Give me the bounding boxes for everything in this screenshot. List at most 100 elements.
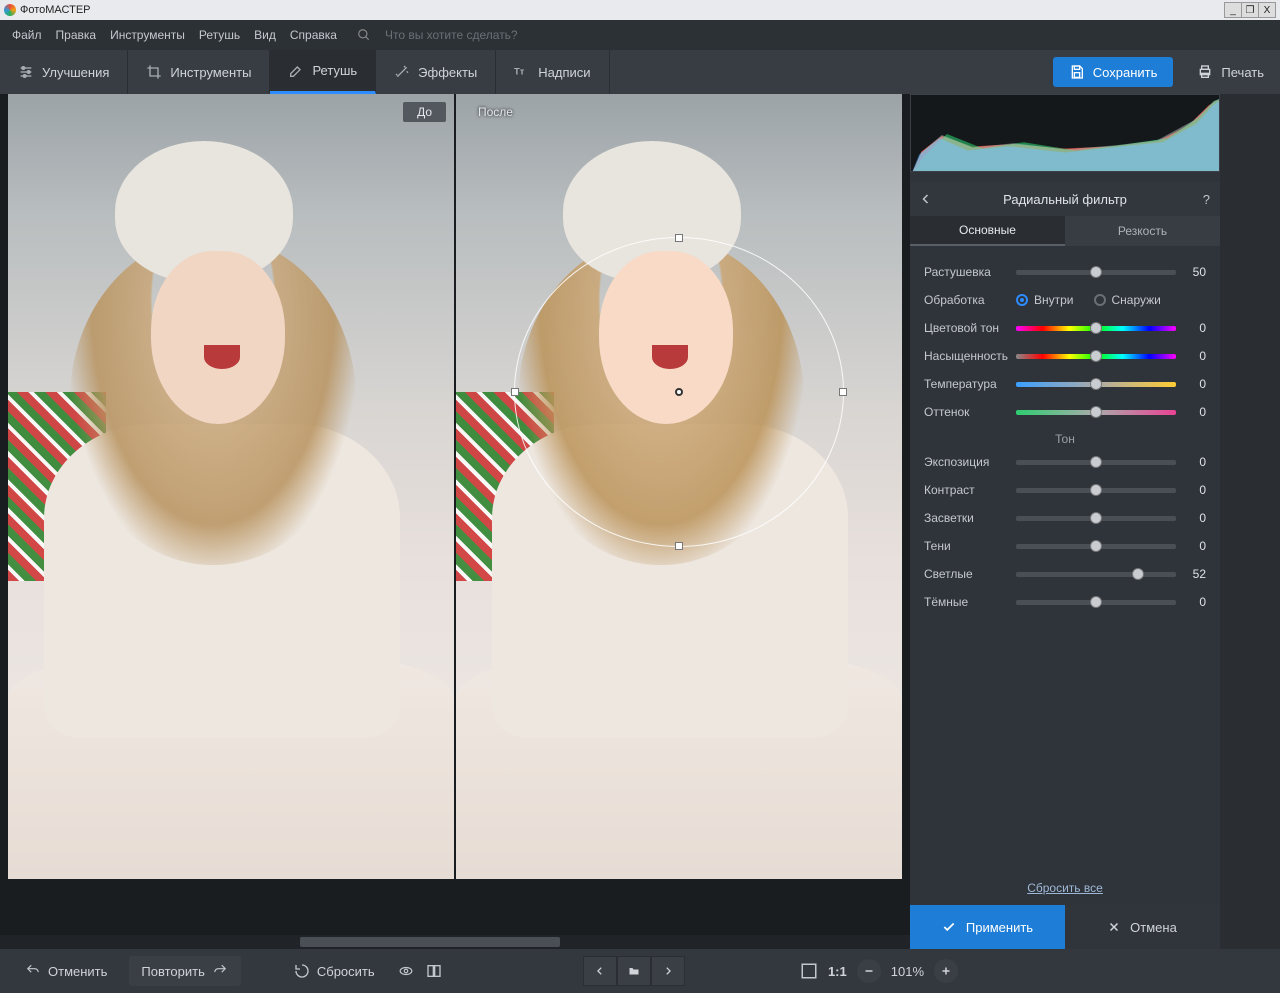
process-label: Обработка <box>924 293 1016 307</box>
whites-label: Светлые <box>924 567 1016 581</box>
tab-instruments[interactable]: Инструменты <box>128 50 270 94</box>
menu-file[interactable]: Файл <box>12 28 42 42</box>
redo-icon <box>211 962 229 980</box>
radio-inside[interactable]: Внутри <box>1016 293 1074 307</box>
brush-icon <box>288 63 304 79</box>
menu-help[interactable]: Справка <box>290 28 337 42</box>
canvas-area: До После <box>0 94 910 949</box>
tab-effects[interactable]: Эффекты <box>376 50 496 94</box>
tint-slider[interactable] <box>1016 407 1176 417</box>
contrast-label: Контраст <box>924 483 1016 497</box>
feather-value: 50 <box>1176 265 1206 279</box>
redo-button[interactable]: Повторить <box>129 956 240 986</box>
scrollbar-thumb[interactable] <box>300 937 560 947</box>
reset-icon <box>293 962 311 980</box>
zoom-in-button[interactable] <box>934 959 958 983</box>
tab-retouch[interactable]: Ретушь <box>270 50 376 94</box>
undo-icon <box>24 962 42 980</box>
help-button[interactable]: ? <box>1190 192 1210 207</box>
whites-slider[interactable] <box>1016 569 1176 579</box>
temp-label: Температура <box>924 377 1016 391</box>
before-pane[interactable]: До <box>8 94 454 879</box>
panel-title: Радиальный фильтр <box>940 192 1190 207</box>
shadows-value: 0 <box>1176 539 1206 553</box>
exposure-slider[interactable] <box>1016 457 1176 467</box>
crop-icon <box>146 64 162 80</box>
after-pane[interactable]: После <box>456 94 902 879</box>
tone-section-label: Тон <box>924 432 1206 446</box>
text-icon: Tᴛ <box>514 64 530 80</box>
search-input[interactable]: Что вы хотите сделать? <box>385 28 518 42</box>
hue-value: 0 <box>1176 321 1206 335</box>
undo-button[interactable]: Отменить <box>12 956 119 986</box>
reset-all-link[interactable]: Сбросить все <box>1027 881 1103 895</box>
highlights-value: 0 <box>1176 511 1206 525</box>
feather-slider[interactable] <box>1016 267 1176 277</box>
whites-value: 52 <box>1176 567 1206 581</box>
next-image-button[interactable] <box>651 956 685 986</box>
zoom-level: 101% <box>891 964 924 979</box>
print-label: Печать <box>1221 65 1264 80</box>
print-icon <box>1197 64 1213 80</box>
tint-label: Оттенок <box>924 405 1016 419</box>
browse-button[interactable] <box>617 956 651 986</box>
wand-icon <box>394 64 410 80</box>
highlights-slider[interactable] <box>1016 513 1176 523</box>
temp-slider[interactable] <box>1016 379 1176 389</box>
svg-text:Tᴛ: Tᴛ <box>514 67 525 77</box>
window-close-button[interactable]: X <box>1258 2 1276 18</box>
tab-label: Надписи <box>538 65 590 80</box>
sat-label: Насыщенность <box>924 349 1016 363</box>
radio-outside[interactable]: Снаружи <box>1094 293 1161 307</box>
app-logo-icon <box>4 4 16 16</box>
fit-screen-icon[interactable] <box>800 962 818 980</box>
tint-value: 0 <box>1176 405 1206 419</box>
histogram <box>910 94 1220 172</box>
app-name: ФотоМАСТЕР <box>20 4 91 16</box>
blacks-slider[interactable] <box>1016 597 1176 607</box>
reset-button[interactable]: Сбросить <box>281 956 387 986</box>
blacks-value: 0 <box>1176 595 1206 609</box>
tab-label: Инструменты <box>170 65 251 80</box>
window-minimize-button[interactable]: _ <box>1224 2 1242 18</box>
menu-tools[interactable]: Инструменты <box>110 28 185 42</box>
highlights-label: Засветки <box>924 511 1016 525</box>
sat-value: 0 <box>1176 349 1206 363</box>
compare-icon[interactable] <box>425 962 443 980</box>
apply-button[interactable]: Применить <box>910 905 1065 949</box>
blacks-label: Тёмные <box>924 595 1016 609</box>
search-icon <box>357 28 371 42</box>
back-button[interactable] <box>920 193 940 205</box>
hue-slider[interactable] <box>1016 323 1176 333</box>
shadows-label: Тени <box>924 539 1016 553</box>
exposure-value: 0 <box>1176 455 1206 469</box>
fit-label[interactable]: 1:1 <box>828 964 847 979</box>
titlebar: ФотоМАСТЕР _ ❐ X <box>0 0 1280 20</box>
tab-label: Улучшения <box>42 65 109 80</box>
after-label: После <box>464 102 527 122</box>
tab-label: Эффекты <box>418 65 477 80</box>
menu-edit[interactable]: Правка <box>56 28 97 42</box>
save-button[interactable]: Сохранить <box>1053 57 1174 87</box>
menu-view[interactable]: Вид <box>254 28 276 42</box>
sat-slider[interactable] <box>1016 351 1176 361</box>
tab-text[interactable]: Tᴛ Надписи <box>496 50 609 94</box>
zoom-out-button[interactable] <box>857 959 881 983</box>
window-maximize-button[interactable]: ❐ <box>1241 2 1259 18</box>
before-label: До <box>403 102 446 122</box>
shadows-slider[interactable] <box>1016 541 1176 551</box>
cancel-button[interactable]: Отмена <box>1065 905 1220 949</box>
save-icon <box>1069 64 1085 80</box>
subtab-sharpness[interactable]: Резкость <box>1065 216 1220 246</box>
check-icon <box>942 920 956 934</box>
menu-retouch[interactable]: Ретушь <box>199 28 240 42</box>
subtab-basic[interactable]: Основные <box>910 216 1065 246</box>
contrast-value: 0 <box>1176 483 1206 497</box>
contrast-slider[interactable] <box>1016 485 1176 495</box>
hue-label: Цветовой тон <box>924 321 1016 335</box>
print-button[interactable]: Печать <box>1181 57 1280 87</box>
eye-icon[interactable] <box>397 962 415 980</box>
tab-enhancements[interactable]: Улучшения <box>0 50 128 94</box>
horizontal-scrollbar[interactable] <box>0 935 910 949</box>
prev-image-button[interactable] <box>583 956 617 986</box>
